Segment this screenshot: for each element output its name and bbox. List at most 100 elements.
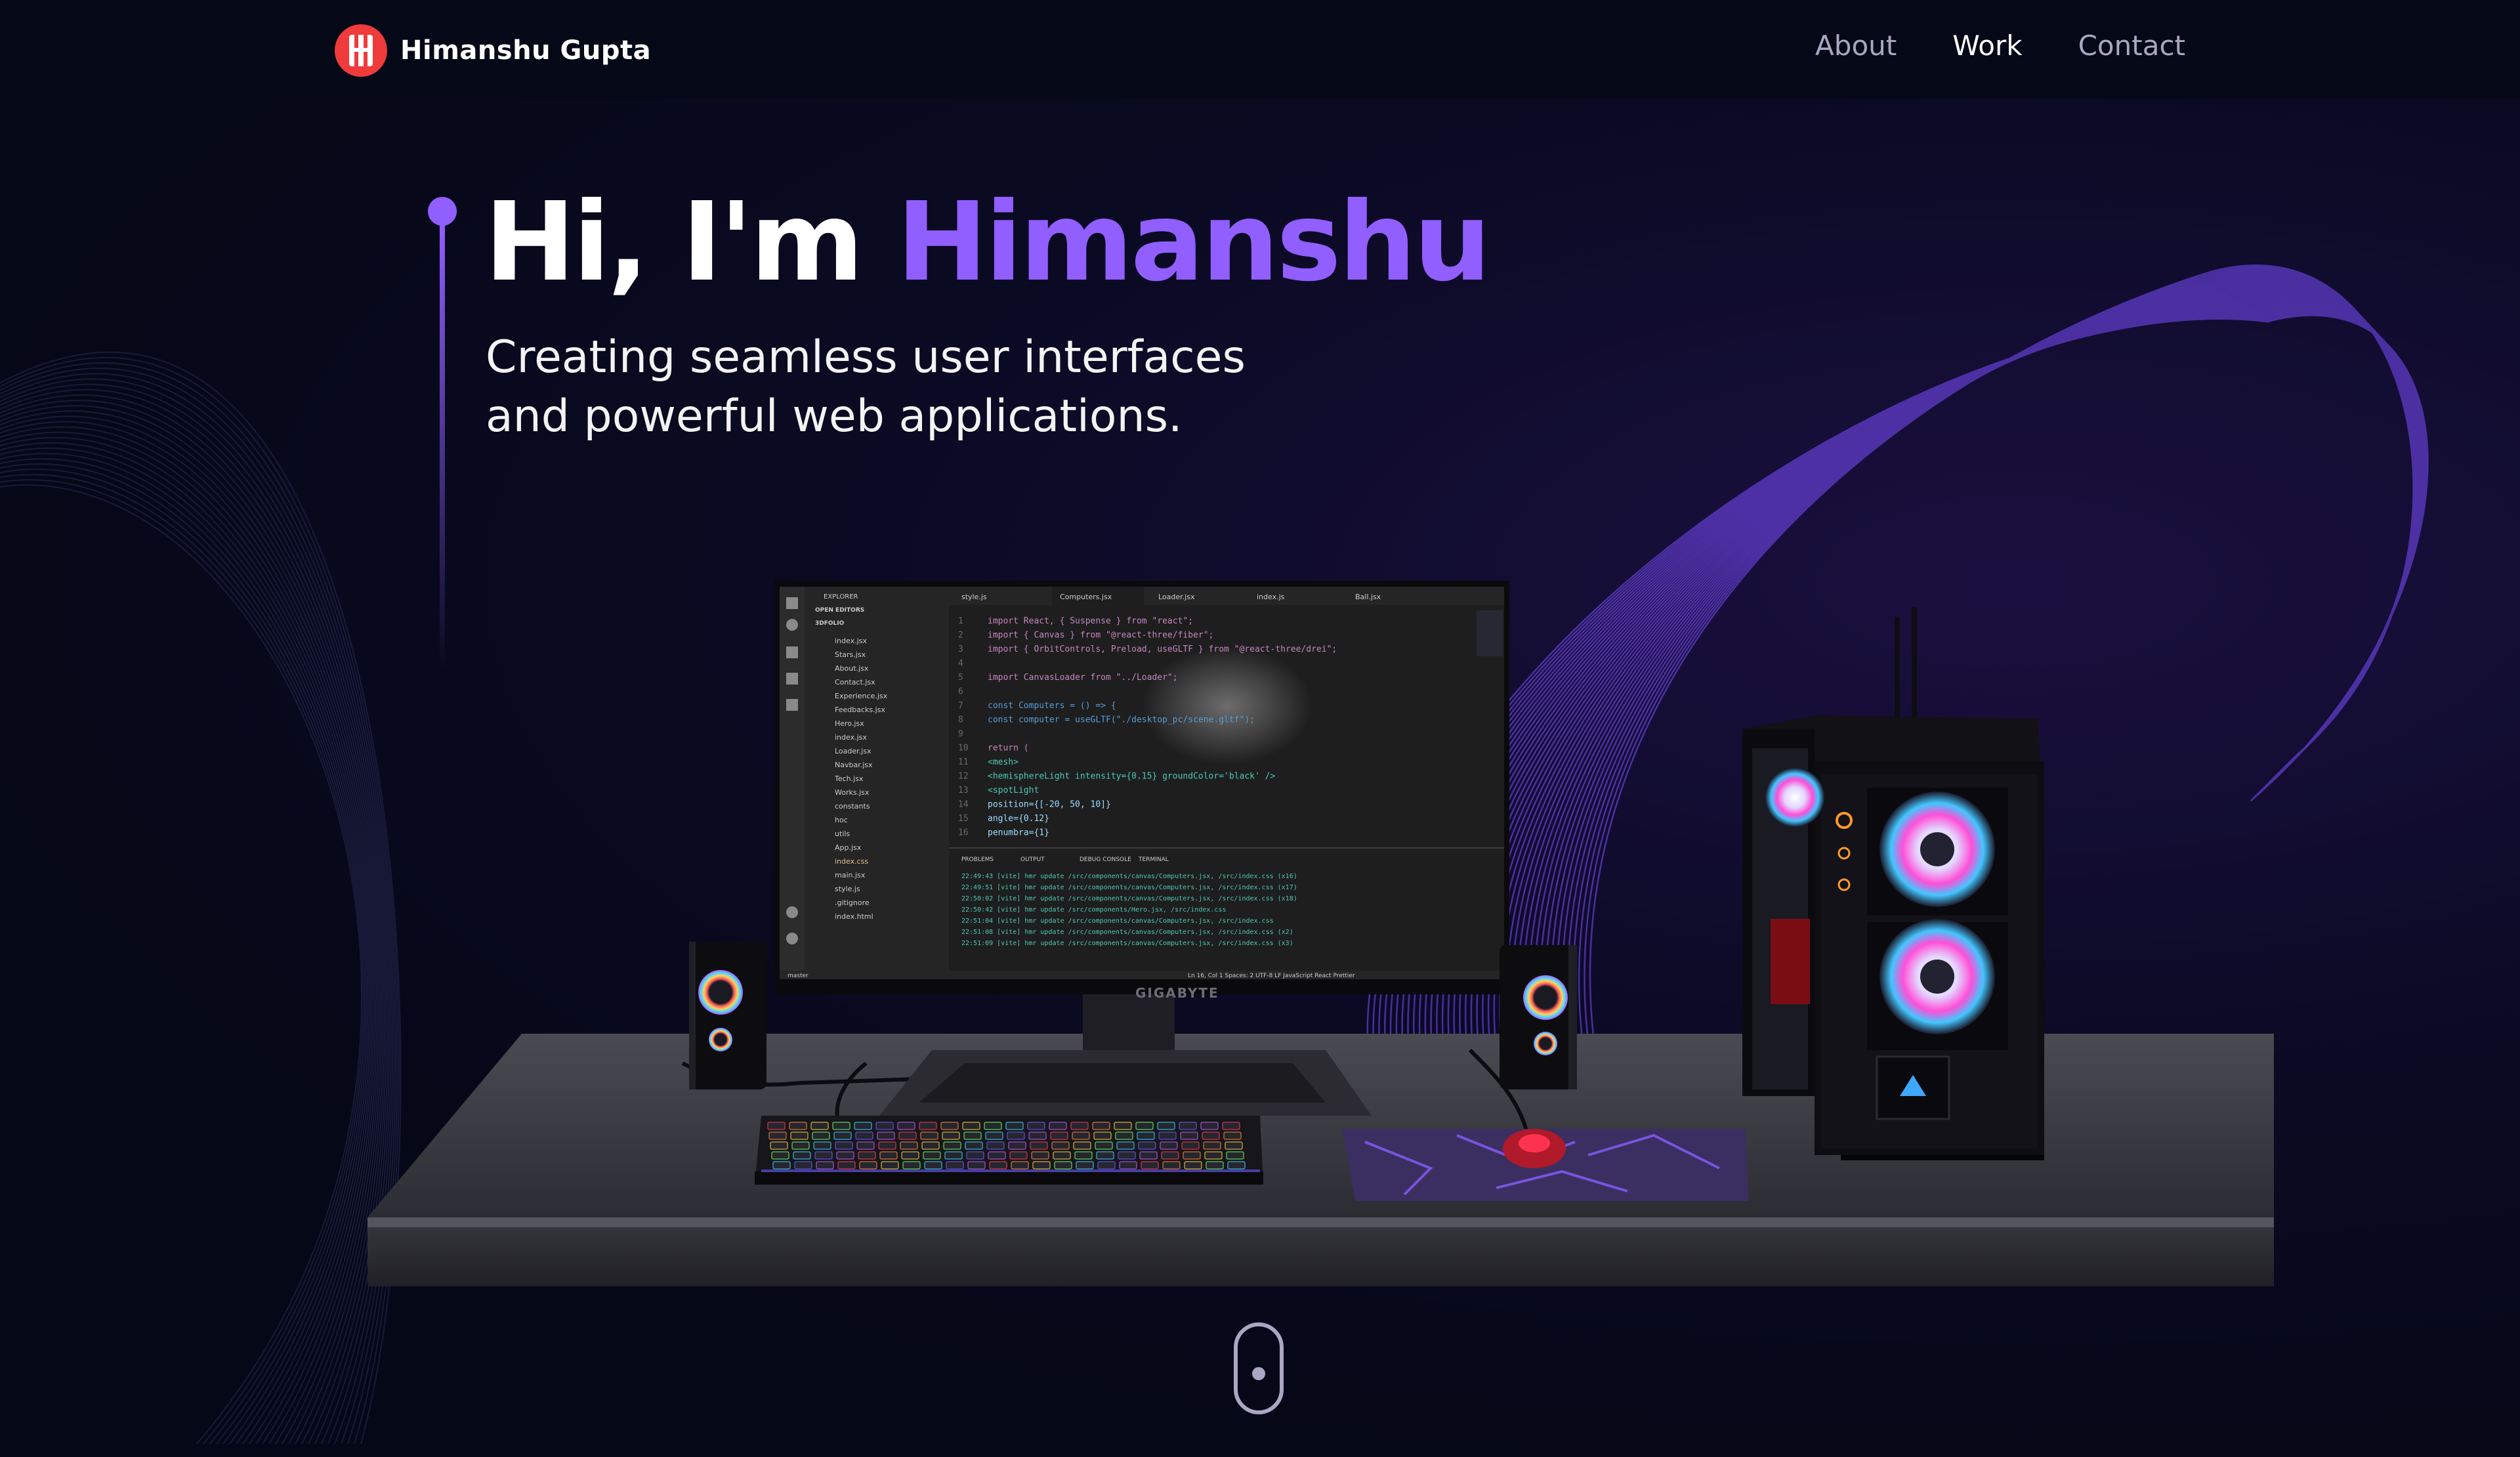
keyboard-key [1204,1151,1223,1160]
keyboard-key [898,1131,917,1140]
keyboard-key [878,1141,896,1150]
background-wave-line [0,351,402,1445]
editor-tab: Loader.jsx [1158,593,1195,601]
hero-subtitle-line1: Creating seamless user interfaces [486,331,1246,383]
keyboard-key [1073,1141,1091,1150]
keyboard-key [1200,1122,1219,1130]
terminal-line: 22:51:08 [vite] hmr update /src/componen… [961,929,1293,936]
keyboard-key [1158,1131,1177,1140]
keyboard-key [832,1122,850,1130]
keyboard-key [771,1151,789,1160]
code-line: return ( [988,744,1029,753]
keyboard-key [790,1131,808,1140]
keyboard-key [1097,1161,1116,1170]
background-wave-line [0,453,372,1445]
explorer-file-item: Works.jsx [835,788,870,797]
keyboard-key [1184,1161,1202,1170]
code-line: <hemisphereLight intensity={0.15} ground… [988,772,1275,782]
explorer-file-item: Experience.jsx [835,692,888,700]
code-line-number: 12 [958,772,969,782]
code-line-number: 11 [958,757,969,767]
nav-link-contact[interactable]: Contact [2078,30,2185,62]
code-line-number: 14 [958,800,969,810]
code-line-number: 13 [958,786,969,795]
keyboard-key [1007,1131,1025,1140]
explorer-file-item: utils [835,830,850,838]
brand-logo[interactable]: Himanshu Gupta [335,24,651,77]
keyboard-key [794,1161,812,1170]
keyboard-key [1027,1122,1045,1130]
desk-pc-3d-scene[interactable]: GIGABYTE EXPLORER OPEN EDITORS 3DFOLIO i… [341,578,2297,1306]
background-wave-line [0,389,390,1445]
code-line-number: 1 [958,616,963,626]
code-line: position={[-20, 50, 10]} [988,800,1111,810]
code-line: <mesh> [988,757,1018,767]
code-line-number: 8 [958,715,963,725]
code-line: const Computers = () => { [988,701,1116,711]
keyboard-key [1051,1141,1070,1150]
code-line: const computer = useGLTF("./desktop_pc/s… [988,715,1255,725]
keyboard-key [1118,1151,1136,1160]
keyboard-key [1070,1122,1089,1130]
terminal-line: 22:49:43 [vite] hmr update /src/componen… [961,873,1297,880]
right-speaker [1500,945,1577,1089]
keyboard-key [789,1122,807,1130]
keyboard-key [900,1141,918,1150]
keyboard-key [984,1122,1002,1130]
nav-links: About Work Contact [1759,30,2185,62]
keyboard-key [946,1161,964,1170]
terminal-line: 22:51:09 [vite] hmr update /src/componen… [961,940,1293,947]
keyboard-key [1139,1151,1158,1160]
keyboard-key [1049,1122,1067,1130]
explorer-file-item: Loader.jsx [835,747,872,755]
keyboard-key [1157,1122,1175,1130]
keyboard-key [1092,1122,1110,1130]
code-editor-screen: EXPLORER OPEN EDITORS 3DFOLIO index.jsx S… [780,587,1504,979]
keyboard-key [1005,1122,1024,1130]
keyboard-key [810,1122,829,1130]
keyboard-key [967,1161,986,1170]
keyboard-key [1115,1131,1133,1140]
keyboard-key [962,1122,980,1130]
keyboard-key [1179,1122,1197,1130]
keyboard-key [989,1161,1007,1170]
explorer-file-item: constants [835,802,870,811]
navbar: Himanshu Gupta About Work Contact [0,0,2520,98]
scroll-down-indicator[interactable] [1234,1322,1284,1414]
keyboard-key [921,1141,940,1150]
keyboard-key [1135,1122,1154,1130]
background-wave-line [0,458,370,1445]
terminal-line: 22:50:02 [vite] hmr update /src/componen… [961,895,1297,902]
keyboard-key [1008,1141,1026,1150]
nav-link-about[interactable]: About [1815,30,1897,62]
code-line: import React, { Suspense } from "react"; [988,616,1193,626]
keyboard-key [1223,1131,1242,1140]
keyboard-key [813,1141,831,1150]
keyboard-key [1050,1131,1068,1140]
keyboard-key [966,1151,984,1160]
keyboard-key [1054,1161,1072,1170]
code-line-number: 10 [958,744,969,753]
terminal-line: 22:51:04 [vite] hmr update /src/componen… [961,918,1274,925]
keyboard-key [965,1141,983,1150]
code-line-number: 5 [958,673,963,683]
code-line-number: 3 [958,644,963,654]
keyboard-key [1119,1161,1137,1170]
explorer-file-item: Tech.jsx [834,774,864,783]
nav-link-work[interactable]: Work [1952,30,2022,62]
terminal-line: 22:50:42 [vite] hmr update /src/componen… [961,906,1226,914]
keyboard-key [768,1131,787,1140]
svg-text:master: master [788,973,808,979]
left-speaker [689,942,766,1089]
code-line-number: 6 [958,687,963,697]
keyboard-key [1074,1151,1093,1160]
keyboard-key [1030,1141,1048,1150]
background-wave-line [0,410,384,1445]
keyboard-key [1202,1131,1220,1140]
explorer-file-item: App.jsx [835,843,862,852]
background-wave-line [0,383,392,1445]
terminal-tab: DEBUG CONSOLE [1080,856,1131,863]
monitor-stand [879,984,1372,1116]
hero-title-name: Himanshu [896,179,1491,306]
explorer-file-item: Hero.jsx [835,719,864,728]
